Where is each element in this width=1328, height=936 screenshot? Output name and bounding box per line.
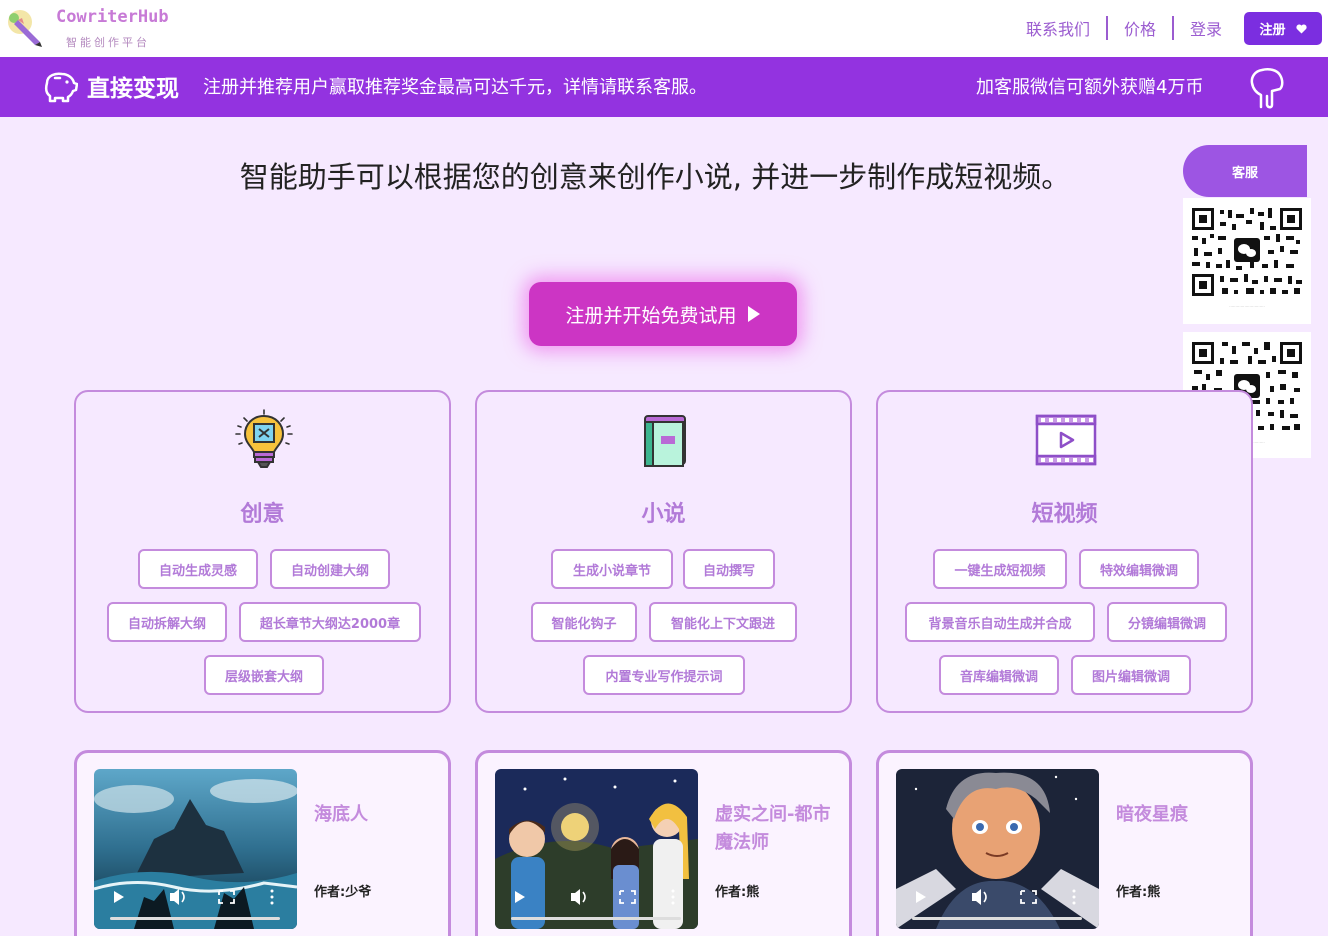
tag-storyboard-edit[interactable]: 分镜编辑微调	[1107, 602, 1227, 642]
tag-writing-prompts[interactable]: 内置专业写作提示词	[583, 655, 745, 695]
story-title[interactable]: 暗夜星痕	[1116, 801, 1236, 829]
tag-generate-chapter[interactable]: 生成小说章节	[551, 549, 673, 589]
story-card[interactable]: 海底人 作者:少爷	[74, 750, 451, 936]
nav-divider	[1105, 16, 1108, 40]
piggy-bank-icon	[44, 72, 78, 103]
tag-auto-write[interactable]: 自动撰写	[683, 549, 775, 589]
qr-caption: ····························	[1229, 304, 1265, 309]
video-controls[interactable]	[896, 875, 1099, 929]
tag-auto-inspiration[interactable]: 自动生成灵感	[138, 549, 258, 589]
brand-subtitle: 智能创作平台	[66, 36, 150, 49]
nav-pricing[interactable]: 价格	[1124, 16, 1156, 40]
tag-effects-edit[interactable]: 特效编辑微调	[1079, 549, 1199, 589]
promo-title: 直接变现	[87, 76, 179, 102]
video-player[interactable]	[94, 769, 297, 929]
tag-one-click-video[interactable]: 一键生成短视频	[933, 549, 1067, 589]
video-player[interactable]	[495, 769, 698, 929]
promo-text: 注册并推荐用户赢取推荐奖金最高可达千元，详情请联系客服。	[203, 77, 707, 98]
feature-title: 小说	[641, 502, 686, 527]
hero-title: 智能助手可以根据您的创意来创作小说, 并进一步制作成短视频。	[239, 160, 1071, 194]
nav-login[interactable]: 登录	[1190, 16, 1222, 40]
tag-bgm-generate[interactable]: 背景音乐自动生成并合成	[905, 602, 1095, 642]
feature-card-idea: 创意 自动生成灵感 自动创建大纲 自动拆解大纲 超长章节大纲达2000章 层级嵌…	[74, 390, 451, 713]
pointing-hand-icon	[1250, 67, 1284, 109]
header: CowriterHub 智能创作平台 联系我们 价格 登录 注册	[0, 0, 1328, 57]
story-author: 作者:熊	[1116, 885, 1161, 900]
tag-long-outline[interactable]: 超长章节大纲达2000章	[239, 602, 421, 642]
heart-icon	[1295, 23, 1307, 34]
tag-smart-hook[interactable]: 智能化钩子	[531, 602, 637, 642]
tag-image-edit[interactable]: 图片编辑微调	[1071, 655, 1191, 695]
nav-contact[interactable]: 联系我们	[1026, 16, 1090, 40]
feature-title: 创意	[240, 502, 285, 527]
start-free-trial-button[interactable]: 注册并开始免费试用	[529, 282, 797, 346]
top-nav: 联系我们 价格 登录	[1026, 16, 1222, 40]
feature-card-novel: 小说 生成小说章节 自动撰写 智能化钩子 智能化上下文跟进 内置专业写作提示词	[475, 390, 852, 713]
feature-card-short-video: 短视频 一键生成短视频 特效编辑微调 背景音乐自动生成并合成 分镜编辑微调 音库…	[876, 390, 1253, 713]
tag-split-outline[interactable]: 自动拆解大纲	[107, 602, 227, 642]
register-button[interactable]: 注册	[1244, 12, 1322, 45]
video-player[interactable]	[896, 769, 1099, 929]
brand-name[interactable]: CowriterHub	[56, 7, 169, 27]
feature-title: 短视频	[1031, 502, 1098, 527]
video-icon	[1035, 414, 1097, 466]
lightbulb-icon	[235, 409, 293, 468]
tag-nested-outline[interactable]: 层级嵌套大纲	[204, 655, 324, 695]
tag-audio-edit[interactable]: 音库编辑微调	[939, 655, 1059, 695]
video-controls[interactable]	[94, 875, 297, 929]
story-author: 作者:熊	[715, 885, 760, 900]
play-arrow-icon	[747, 306, 760, 322]
story-card[interactable]: 暗夜星痕 作者:熊	[876, 750, 1253, 936]
logo-icon[interactable]	[4, 6, 46, 48]
story-title[interactable]: 虚实之间-都市魔法师	[715, 801, 835, 857]
story-title[interactable]: 海底人	[314, 801, 434, 829]
qr-code-icon	[1190, 206, 1304, 298]
book-icon	[644, 415, 686, 467]
video-controls[interactable]	[495, 875, 698, 929]
story-author: 作者:少爷	[314, 885, 372, 900]
promo-wechat-text[interactable]: 加客服微信可额外获赠4万币	[976, 73, 1203, 99]
nav-divider	[1171, 16, 1174, 40]
wechat-qr-code-1: ····························	[1183, 198, 1311, 324]
promo-banner: 直接变现 注册并推荐用户赢取推荐奖金最高可达千元，详情请联系客服。 加客服微信可…	[0, 57, 1328, 117]
tag-context-follow[interactable]: 智能化上下文跟进	[649, 602, 797, 642]
cta-label: 注册并开始免费试用	[565, 304, 737, 327]
customer-service-tab[interactable]: 客服	[1183, 145, 1307, 197]
story-card[interactable]: 虚实之间-都市魔法师 作者:熊	[475, 750, 852, 936]
register-label: 注册	[1259, 23, 1286, 38]
tag-auto-outline[interactable]: 自动创建大纲	[270, 549, 390, 589]
